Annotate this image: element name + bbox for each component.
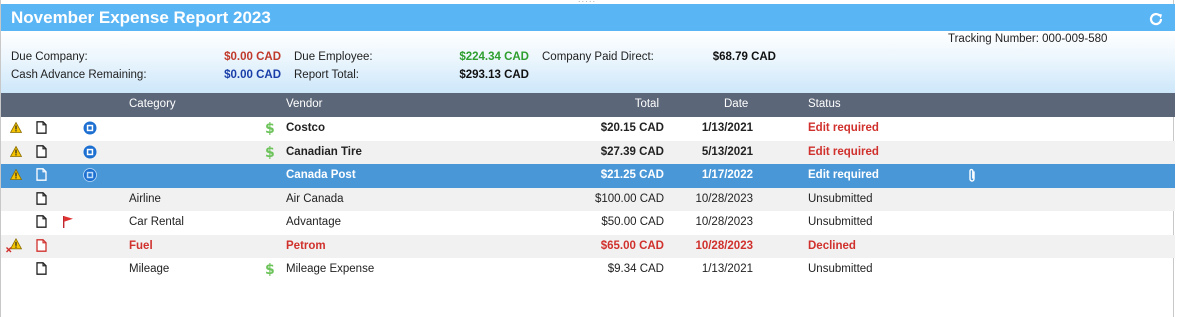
date-cell: 1/13/2021: [701, 122, 753, 134]
total-cell: $100.00 CAD: [594, 192, 664, 205]
table-row[interactable]: $ Canadian Tire $27.39 CAD 5/13/2021 Edi…: [1, 140, 1175, 164]
svg-text:$: $: [265, 145, 275, 160]
document-icon[interactable]: [36, 262, 47, 275]
warning-icon: [10, 169, 22, 180]
date-cell: 5/13/2021: [701, 145, 753, 158]
date-cell: 10/28/2023: [695, 239, 753, 252]
warning-icon: [10, 145, 22, 157]
cash-advance-value: $0.00 CAD: [224, 69, 281, 81]
date-cell: 10/28/2023: [695, 192, 753, 205]
total-cell: $65.00 CAD: [600, 239, 664, 252]
document-icon[interactable]: [36, 215, 47, 228]
table-row[interactable]: Car Rental Advantage $50.00 CAD 10/28/20…: [1, 211, 1175, 235]
document-icon[interactable]: [36, 238, 47, 252]
svg-text:$: $: [265, 121, 275, 136]
table-row[interactable]: $ Costco $20.15 CAD 1/13/2021 Edit requi…: [1, 117, 1175, 141]
expense-report-panel: ····· November Expense Report 2023 Track…: [0, 0, 1175, 317]
vendor-cell: Canada Post: [286, 169, 356, 181]
column-vendor[interactable]: Vendor: [286, 98, 322, 110]
vendor-cell: Mileage Expense: [286, 263, 375, 275]
status-cell: Edit required: [808, 122, 879, 134]
total-cell: $50.00 CAD: [601, 216, 664, 228]
money-icon: $: [265, 121, 275, 136]
vendor-cell: Petrom: [286, 239, 326, 252]
vendor-cell: Advantage: [286, 216, 341, 228]
report-summary: Tracking Number: 000-009-580 Due Company…: [1, 31, 1175, 93]
report-title: November Expense Report 2023: [11, 8, 271, 27]
document-icon[interactable]: [36, 121, 47, 134]
money-icon: $: [265, 262, 275, 277]
company-paid-label: Company Paid Direct:: [542, 51, 654, 63]
table-header: Category Vendor Total Date Status: [1, 93, 1175, 117]
svg-text:$: $: [265, 262, 275, 277]
company-card-icon: [83, 168, 97, 182]
vendor-cell: Air Canada: [286, 192, 344, 205]
title-bar: November Expense Report 2023: [1, 4, 1175, 31]
due-employee-label: Due Employee:: [294, 51, 373, 63]
column-date[interactable]: Date: [724, 98, 748, 110]
date-cell: 1/13/2021: [701, 263, 753, 275]
column-category[interactable]: Category: [129, 98, 176, 110]
date-cell: 1/17/2022: [701, 169, 753, 181]
report-total-label: Report Total:: [294, 69, 359, 81]
document-icon[interactable]: [36, 144, 47, 158]
vendor-cell: Canadian Tire: [286, 145, 362, 158]
category-cell: Car Rental: [129, 216, 184, 228]
report-total-value: $293.13 CAD: [459, 69, 529, 81]
tracking-number: Tracking Number: 000-009-580: [948, 33, 1108, 45]
column-total[interactable]: Total: [601, 98, 659, 110]
company-card-icon: [83, 145, 97, 158]
total-cell: $21.25 CAD: [600, 169, 664, 181]
due-employee-value: $224.34 CAD: [459, 51, 529, 63]
paperclip-icon[interactable]: [967, 168, 977, 183]
table-row[interactable]: Airline Air Canada $100.00 CAD 10/28/202…: [1, 187, 1175, 211]
warning-icon: [10, 122, 22, 133]
table-row[interactable]: Fuel Petrom $65.00 CAD 10/28/2023 Declin…: [1, 234, 1175, 258]
company-card-icon: [83, 121, 97, 135]
due-company-value: $0.00 CAD: [224, 51, 281, 63]
company-paid-value: $68.79 CAD: [712, 51, 776, 63]
refresh-icon[interactable]: [1147, 10, 1165, 28]
status-cell: Edit required: [808, 145, 879, 158]
table-row[interactable]: Canada Post $21.25 CAD 1/17/2022 Edit re…: [1, 164, 1175, 188]
cash-advance-label: Cash Advance Remaining:: [11, 69, 147, 81]
column-status[interactable]: Status: [808, 98, 841, 110]
due-company-label: Due Company:: [11, 51, 88, 63]
document-icon[interactable]: [36, 191, 47, 205]
document-icon[interactable]: [36, 168, 47, 181]
total-cell: $20.15 CAD: [600, 122, 664, 134]
category-cell: Mileage: [129, 263, 170, 275]
flag-icon: [63, 216, 73, 228]
status-cell: Edit required: [808, 169, 879, 181]
table-row[interactable]: $ Mileage Mileage Expense $9.34 CAD 1/13…: [1, 258, 1175, 282]
total-cell: $27.39 CAD: [600, 145, 664, 158]
declined-x-icon: [6, 237, 23, 252]
category-cell: Fuel: [129, 239, 153, 252]
category-cell: Airline: [129, 192, 161, 205]
status-cell: Unsubmitted: [808, 216, 873, 228]
date-cell: 10/28/2023: [695, 216, 753, 228]
status-cell: Unsubmitted: [808, 263, 873, 275]
status-cell: Unsubmitted: [808, 192, 873, 205]
vendor-cell: Costco: [286, 122, 325, 134]
money-icon: $: [265, 145, 275, 160]
status-cell: Declined: [808, 239, 856, 252]
total-cell: $9.34 CAD: [607, 263, 664, 275]
